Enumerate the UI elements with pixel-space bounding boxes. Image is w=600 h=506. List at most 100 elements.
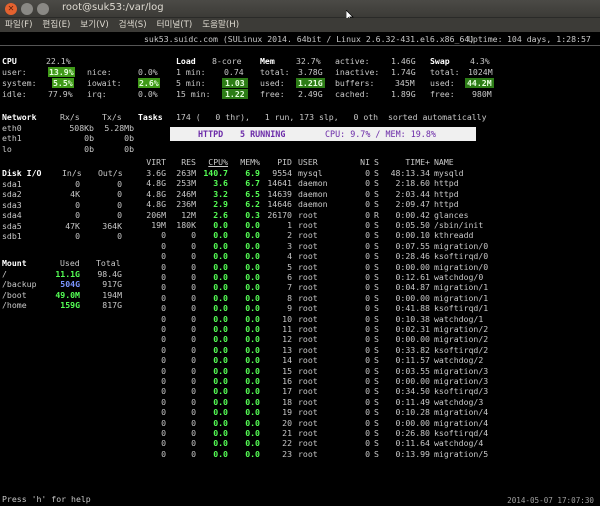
process-cell-virt: 0 bbox=[161, 303, 166, 314]
process-cell-mem: 0.0 bbox=[245, 407, 260, 418]
menu-help[interactable]: 도움말(H) bbox=[202, 18, 239, 32]
process-cell-pid: 22 bbox=[282, 438, 292, 449]
window-titlebar[interactable]: ✕ root@suk53:/var/log bbox=[0, 0, 600, 22]
process-cell-ni: 0 bbox=[365, 438, 370, 449]
process-cell-ni: 0 bbox=[365, 282, 370, 293]
process-cell-state: S bbox=[374, 303, 379, 314]
swap-free-value: 980M bbox=[472, 89, 492, 99]
close-icon[interactable]: ✕ bbox=[5, 3, 17, 15]
menu-edit[interactable]: 편집(E) bbox=[42, 18, 70, 32]
uptime-value: 104 days, 1:28:57 bbox=[507, 34, 591, 44]
process-cell-state: S bbox=[374, 188, 379, 199]
minimize-icon[interactable] bbox=[21, 3, 33, 15]
swap-used-value: 44.2M bbox=[465, 78, 494, 89]
process-cell-name: migration/5 bbox=[434, 448, 489, 459]
mem-used-value: 1.21G bbox=[296, 78, 325, 89]
disk-name: sdb1 bbox=[2, 231, 22, 241]
process-cell-cpu: 0.0 bbox=[213, 438, 228, 449]
menu-view[interactable]: 보기(V) bbox=[80, 18, 108, 32]
process-cell-res: 0 bbox=[191, 272, 196, 282]
process-cell-ni: 0 bbox=[365, 376, 370, 386]
mem-cached-label: cached: bbox=[335, 89, 370, 99]
terminal-area[interactable]: suk53.suidc.com (SULinux 2014. 64bit / L… bbox=[0, 32, 600, 506]
mount-total-value: 98.4G bbox=[97, 269, 122, 279]
process-cell-user: root bbox=[298, 428, 318, 438]
process-cell-user: root bbox=[298, 209, 318, 220]
process-cell-res: 246M bbox=[176, 188, 196, 199]
process-cell-ni: 0 bbox=[365, 292, 370, 303]
process-cell-cpu: 0.0 bbox=[213, 407, 228, 418]
process-cell-mem: 0.0 bbox=[245, 438, 260, 449]
process-cell-pid: 20 bbox=[282, 417, 292, 428]
process-cell-virt: 206M bbox=[146, 209, 166, 220]
process-cell-cpu: 0.0 bbox=[213, 282, 228, 293]
process-cell-pid: 6 bbox=[287, 272, 292, 282]
menu-file[interactable]: 파일(F) bbox=[5, 18, 32, 32]
process-cell-res: 263M bbox=[176, 168, 196, 178]
process-cell-time: 0:05.50 bbox=[395, 220, 430, 230]
process-cell-state: S bbox=[374, 417, 379, 428]
process-cell-ni: 0 bbox=[365, 251, 370, 262]
process-cell-pid: 14646 bbox=[267, 199, 292, 210]
process-cell-name: glances bbox=[434, 209, 469, 220]
process-cell-ni: 0 bbox=[365, 240, 370, 251]
process-cell-virt: 0 bbox=[161, 396, 166, 407]
menu-terminal[interactable]: 터미널(T) bbox=[157, 18, 193, 32]
process-cell-cpu: 3.2 bbox=[213, 188, 228, 199]
process-cell-time: 0:02.31 bbox=[395, 324, 430, 334]
process-cell-cpu: 0.0 bbox=[213, 313, 228, 324]
process-cell-cpu: 0.0 bbox=[213, 240, 228, 251]
banner-running: 5 RUNNING bbox=[240, 129, 286, 139]
menu-search[interactable]: 검색(S) bbox=[119, 18, 147, 32]
process-cell-res: 0 bbox=[191, 417, 196, 428]
process-cell-virt: 0 bbox=[161, 240, 166, 251]
process-cell-user: root bbox=[298, 344, 318, 355]
process-cell-state: R bbox=[374, 209, 379, 220]
httpd-monitor-banner: HTTPD 5 RUNNING CPU: 9.7% / MEM: 19.8% bbox=[170, 127, 476, 141]
process-cell-user: root bbox=[298, 324, 318, 334]
process-cell-ni: 0 bbox=[365, 178, 370, 189]
network-rx-value: 508Kb bbox=[69, 123, 94, 133]
mem-title: Mem bbox=[260, 56, 275, 66]
process-cell-time: 0:10.38 bbox=[395, 313, 430, 324]
process-cell-cpu: 0.0 bbox=[213, 428, 228, 438]
mem-free-value: 2.49G bbox=[298, 89, 323, 99]
process-cell-virt: 19M bbox=[151, 220, 166, 230]
maximize-icon[interactable] bbox=[37, 3, 49, 15]
mount-used-value: 159G bbox=[60, 300, 80, 311]
process-cell-res: 0 bbox=[191, 355, 196, 366]
disk-in-value: 0 bbox=[75, 231, 80, 241]
process-cell-virt: 0 bbox=[161, 448, 166, 459]
mem-total-value: 3.78G bbox=[298, 67, 323, 77]
process-cell-mem: 0.0 bbox=[245, 324, 260, 334]
process-cell-state: S bbox=[374, 376, 379, 386]
cpu-irq-label: irq: bbox=[87, 89, 107, 99]
process-cell-virt: 0 bbox=[161, 386, 166, 397]
process-cell-time: 0:33.82 bbox=[395, 344, 430, 355]
process-cell-pid: 5 bbox=[287, 261, 292, 272]
disk-in-value: 0 bbox=[75, 210, 80, 221]
process-cell-name: migration/1 bbox=[434, 282, 489, 293]
mem-cached-value: 1.89G bbox=[391, 89, 416, 99]
process-cell-user: mysql bbox=[298, 168, 323, 178]
process-cell-pid: 13 bbox=[282, 344, 292, 355]
process-cell-ni: 0 bbox=[365, 407, 370, 418]
process-cell-user: daemon bbox=[298, 199, 328, 210]
process-cell-virt: 0 bbox=[161, 365, 166, 376]
process-cell-pid: 26170 bbox=[267, 209, 292, 220]
process-cell-time: 0:07.55 bbox=[395, 240, 430, 251]
process-cell-state: S bbox=[374, 438, 379, 449]
swap-free-label: free: bbox=[430, 89, 455, 99]
process-cell-cpu: 0.0 bbox=[213, 355, 228, 366]
process-cell-mem: 0.0 bbox=[245, 365, 260, 376]
disk-out-value: 0 bbox=[117, 189, 122, 200]
process-cell-time: 0:04.87 bbox=[395, 282, 430, 293]
process-cell-name: migration/4 bbox=[434, 417, 489, 428]
process-cell-ni: 0 bbox=[365, 261, 370, 272]
process-cell-state: S bbox=[374, 282, 379, 293]
process-cell-mem: 0.0 bbox=[245, 334, 260, 345]
process-cell-state: S bbox=[374, 386, 379, 397]
swap-title: Swap bbox=[430, 56, 450, 66]
process-cell-name: httpd bbox=[434, 188, 459, 199]
process-cell-user: root bbox=[298, 251, 318, 262]
